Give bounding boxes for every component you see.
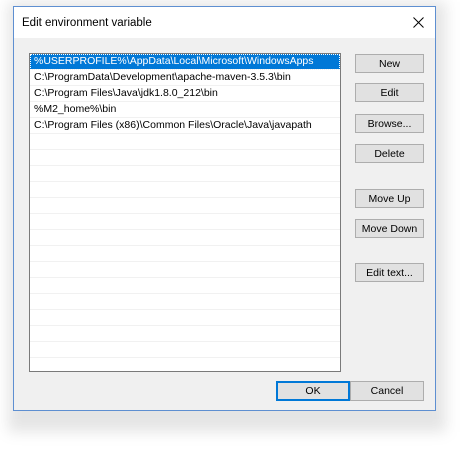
- list-item[interactable]: C:\Program Files\Java\jdk1.8.0_212\bin: [30, 86, 340, 102]
- dialog-title: Edit environment variable: [22, 17, 152, 29]
- list-item-empty[interactable]: [30, 246, 340, 262]
- list-item-empty[interactable]: [30, 310, 340, 326]
- list-item-empty[interactable]: [30, 326, 340, 342]
- list-item-empty[interactable]: [30, 182, 340, 198]
- edit-environment-variable-dialog: Edit environment variable %USERPROFILE%\…: [13, 6, 436, 411]
- list-item-empty[interactable]: [30, 198, 340, 214]
- edit-text-button[interactable]: Edit text...: [355, 263, 424, 282]
- list-item-empty[interactable]: [30, 294, 340, 310]
- list-item-empty[interactable]: [30, 150, 340, 166]
- delete-button[interactable]: Delete: [355, 144, 424, 163]
- list-item[interactable]: %USERPROFILE%\AppData\Local\Microsoft\Wi…: [30, 54, 340, 70]
- edit-button[interactable]: Edit: [355, 83, 424, 102]
- list-item[interactable]: C:\Program Files (x86)\Common Files\Orac…: [30, 118, 340, 134]
- list-item[interactable]: C:\ProgramData\Development\apache-maven-…: [30, 70, 340, 86]
- list-item[interactable]: %M2_home%\bin: [30, 102, 340, 118]
- list-item-empty[interactable]: [30, 230, 340, 246]
- list-item-empty[interactable]: [30, 166, 340, 182]
- list-item-empty[interactable]: [30, 278, 340, 294]
- list-item-empty[interactable]: [30, 214, 340, 230]
- close-icon: [412, 16, 424, 28]
- list-item-empty[interactable]: [30, 262, 340, 278]
- title-bar: Edit environment variable: [14, 7, 435, 38]
- list-item-empty[interactable]: [30, 134, 340, 150]
- close-button[interactable]: [401, 7, 435, 37]
- move-down-button[interactable]: Move Down: [355, 219, 424, 238]
- new-button[interactable]: New: [355, 54, 424, 73]
- browse-button[interactable]: Browse...: [355, 114, 424, 133]
- ok-button[interactable]: OK: [276, 381, 350, 401]
- move-up-button[interactable]: Move Up: [355, 189, 424, 208]
- cancel-button[interactable]: Cancel: [350, 381, 424, 401]
- path-list[interactable]: %USERPROFILE%\AppData\Local\Microsoft\Wi…: [29, 53, 341, 372]
- list-item-empty[interactable]: [30, 358, 340, 371]
- list-item-empty[interactable]: [30, 342, 340, 358]
